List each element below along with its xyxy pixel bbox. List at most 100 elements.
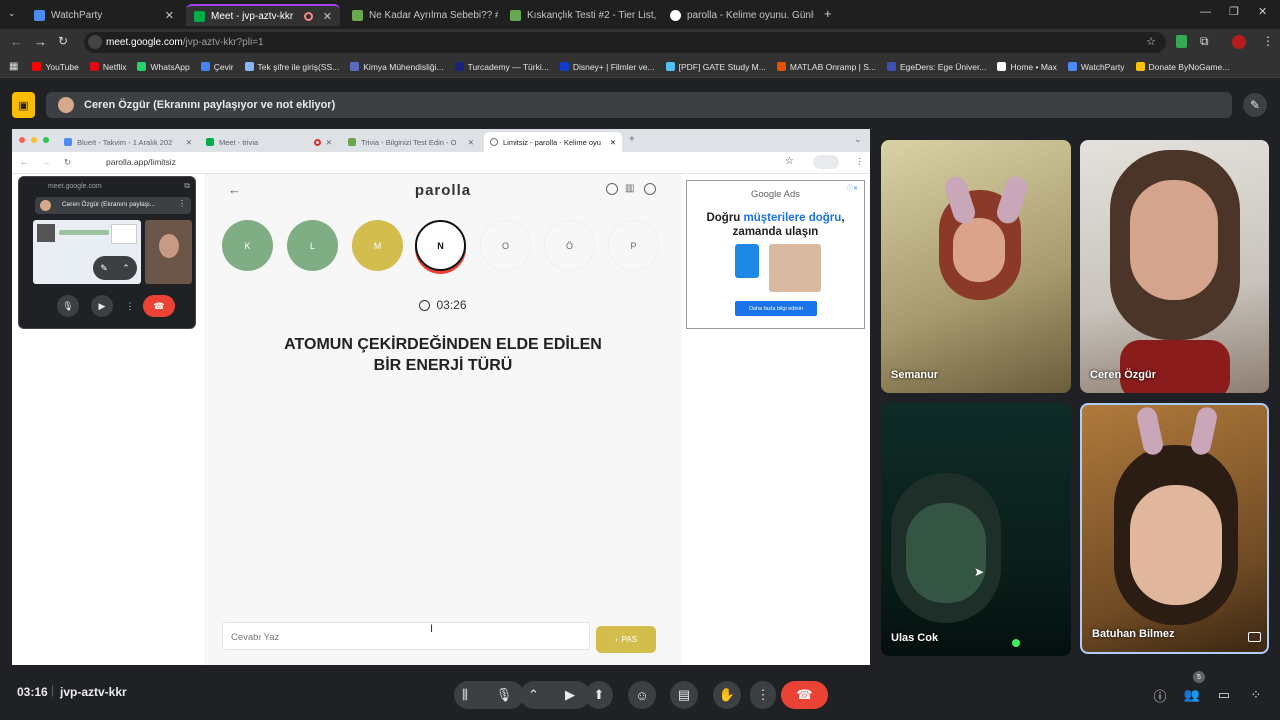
presenter-avatar [40,200,51,211]
clock-icon [419,299,431,311]
google-ad: ⓘ✕ Google Ads Doğru müşterilere doğru, z… [686,180,865,329]
trivia-favicon-icon [348,138,356,146]
window-close-icon[interactable]: ✕ [1258,5,1267,18]
bookmark-label: [PDF] GATE Study M... [678,61,766,72]
activities-button[interactable]: ⁘ [1242,681,1270,709]
pin-tile-icon[interactable] [1248,632,1261,642]
bookmark-favicon-icon [454,62,464,71]
url-bar[interactable]: meet.google.com /jvp-aztv-kkr?pli=1 ☆ [84,32,1166,53]
emoji-reaction-button[interactable]: ☺ [628,681,656,709]
bookmark-item[interactable]: Donate ByNoGame... [1135,61,1230,72]
calendar-favicon-icon [64,138,72,146]
people-button[interactable]: 👥 5 [1178,671,1206,709]
back-icon[interactable]: ← [10,34,23,49]
separator: | [51,683,55,697]
browser-toolbar: ← → ↻ meet.google.com /jvp-aztv-kkr?pli=… [0,29,1280,56]
browser-tab-kiskanclik[interactable]: Kıskançlık Testi #2 - Tier List, Kı ✕ [502,4,658,26]
bookmark-favicon-icon [665,62,675,71]
timer-value: 03:26 [436,298,467,312]
answer-input: Cevabı Yaz [222,622,590,650]
bookmark-label: EgeDers: Ege Üniver... [900,61,987,72]
pip-presenter-bar: Ceren Özgür (Ekranını paylaşı... ⋮ [35,197,191,214]
forward-icon[interactable]: → [34,34,47,49]
pip-camera-thumbnail [145,220,192,284]
participant-count-badge: 5 [1193,671,1205,683]
ad-headline-part1: Doğru [706,212,744,224]
tab-search-icon[interactable]: ⌄ [8,8,16,19]
browser-tab-ayrilma[interactable]: Ne Kadar Ayrılma Sebebi?? #1 ✕ [344,4,498,26]
browser-tab-parolla[interactable]: parolla - Kelime oyunu. Günlük ✕ [662,4,814,26]
letter-pending: O [480,220,531,271]
present-screen-button[interactable]: ⬆ [585,681,613,709]
camera-button[interactable]: ▶ [556,681,584,709]
new-tab-icon[interactable]: + [824,6,832,21]
bookmark-item[interactable]: Kimya Mühendisliği... [350,62,444,72]
bookmark-item[interactable]: Netflix [89,62,126,72]
pip-presenter-text: Ceren Özgür (Ekranını paylaşı... [62,201,156,208]
apps-grid-icon[interactable]: ▦ [9,61,18,72]
extensions-puzzle-icon[interactable]: ⧉ [1200,34,1209,49]
profile-avatar[interactable] [1232,35,1246,49]
bookmark-item[interactable]: WhatsApp [137,62,190,72]
ad-headline: Doğru müşterilere doğru, zamanda ulaşın [695,211,856,239]
text-cursor-icon: I [430,623,434,635]
participant-tile-ceren[interactable]: Ceren Özgür [1080,140,1269,393]
new-tab-icon: + [629,134,635,145]
bookmark-item[interactable]: EgeDers: Ege Üniver... [887,62,986,72]
bookmark-item[interactable]: Çevir [200,61,234,72]
audio-settings-icon[interactable]: ⫼ [462,687,468,703]
reload-icon[interactable]: ↻ [58,34,68,48]
maximize-icon[interactable]: ❐ [1229,5,1239,18]
bookmark-item[interactable]: Tek şifre ile giriş(SS... [244,62,339,72]
close-icon[interactable]: ✕ [323,10,332,23]
bookmark-favicon-icon [200,62,210,71]
pip-thumbnail-letters [59,230,109,235]
bookmark-item[interactable]: Disney+ | Filmler ve... [559,62,655,72]
bookmark-item[interactable]: YouTube [32,62,79,72]
browser-tab-meet[interactable]: Meet - jvp-aztv-kkr ✕ [186,4,340,26]
bookmark-item[interactable]: MATLAB Onramp | S... [776,62,876,72]
meeting-details-icon[interactable]: ⓘ [1146,681,1174,709]
shared-tab-blueit: BlueIt - Takvim - 1 Aralık 202 ✕ [58,132,198,152]
stop-presenting-icon[interactable]: ▣ [12,92,35,118]
shared-tab-parolla: Limitsiz - parolla - Kelime oyu ✕ [484,132,622,152]
pass-button: › PAS [596,626,656,653]
info-icon [606,183,618,195]
minimize-icon[interactable]: — [1200,6,1211,18]
bookmark-item[interactable]: WatchParty [1067,62,1125,72]
chat-button[interactable]: ▭ [1210,681,1238,709]
presenter-avatar [58,97,74,113]
mac-minimize-icon [31,137,37,143]
close-icon[interactable]: ✕ [165,9,174,22]
raise-hand-button[interactable]: ✋ [713,681,741,709]
more-options-button[interactable]: ⋮ [750,681,776,709]
mic-button[interactable]: 🎙 [490,681,518,709]
video-settings-icon[interactable]: ⌃ [528,687,539,703]
annotate-pen-icon[interactable]: ✎ [1243,93,1267,117]
bookmarks-bar: ▦ YouTube Netflix WhatsApp Çevir Tek şifre i… [0,56,1280,78]
site-info-icon[interactable] [88,35,102,49]
extension-icon[interactable] [1176,35,1187,48]
shared-tab-title: BlueIt - Takvim - 1 Aralık 202 [77,137,173,147]
parolla-favicon-icon [490,138,498,146]
participant-tile-semanur[interactable]: Semanur [881,140,1071,393]
bookmark-item[interactable]: Home • Max [997,62,1057,72]
browser-menu-icon[interactable]: ⋮ [1262,34,1274,48]
bookmark-list: YouTube Netflix WhatsApp Çevir Tek şifre ile… [32,62,1240,72]
leave-call-button[interactable]: ☎ [781,681,828,709]
bookmark-label: Donate ByNoGame... [1148,61,1230,72]
bookmark-item[interactable]: Turcademy — Türki... [454,62,549,72]
bookmark-item[interactable]: [PDF] GATE Study M... [665,61,766,72]
letter-pending: P [608,220,659,271]
bookmark-label: Çevir [213,61,234,72]
meet-controls-bar: 03:16 | jvp-aztv-kkr ⫼ 🎙 ⌃ ▶ ⬆ ☺ ▤ ✋ ⋮ ☎… [0,670,1280,720]
captions-button[interactable]: ▤ [670,681,698,709]
participant-tile-ulas[interactable]: ➤ Ulas Cok [881,403,1071,656]
letter-pending: Ö [544,220,595,271]
browser-tab-watchparty[interactable]: WatchParty ✕ [26,4,182,26]
profile-chip [813,155,839,169]
meet-favicon-icon [194,10,205,22]
participant-tile-batuhan[interactable]: Batuhan Bilmez [1080,403,1269,654]
pip-annotate-pen-icon: ✎ ⌃ [93,256,137,280]
bookmark-star-icon[interactable]: ☆ [1146,35,1156,48]
